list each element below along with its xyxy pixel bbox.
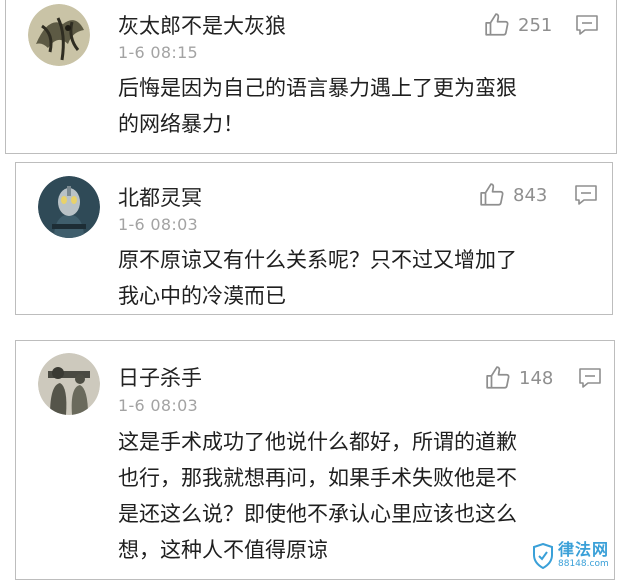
comment-card: 灰太郎不是大灰狼 1-6 08:15 251 后悔是因为自己的语言暴力遇上了更为… (5, 0, 617, 154)
like-button[interactable]: 251 (484, 12, 552, 38)
comment-icon[interactable] (578, 367, 602, 389)
avatar[interactable] (38, 353, 100, 415)
comment-line: 是还这么说？即使他不承认心里应该也这么 (118, 502, 517, 526)
avatar[interactable] (38, 176, 100, 238)
comment-line: 想，这种人不值得原谅 (118, 538, 328, 562)
username[interactable]: 北都灵冥 (118, 182, 202, 212)
like-count: 843 (513, 184, 548, 206)
comment-card: 北都灵冥 1-6 08:03 843 原不原谅又有什么关系呢？只不过又增加了 我… (15, 162, 613, 315)
comment-line: 的网络暴力！ (118, 112, 244, 136)
comment-icon[interactable] (575, 14, 599, 36)
like-count: 251 (518, 14, 553, 36)
shield-logo-icon (533, 542, 553, 569)
avatar[interactable] (28, 4, 90, 66)
comment-line: 我心中的冷漠而已 (118, 284, 286, 308)
timestamp: 1-6 08:03 (118, 396, 199, 415)
thumbs-up-icon (485, 13, 509, 36)
comment-line: 原不原谅又有什么关系呢？只不过又增加了 (118, 248, 517, 272)
like-button[interactable]: 843 (479, 182, 547, 208)
like-button[interactable]: 148 (485, 365, 553, 391)
comment-text: 原不原谅又有什么关系呢？只不过又增加了 我心中的冷漠而已 (118, 242, 517, 314)
watermark-url: 88148.com (558, 559, 609, 569)
watermark-title: 律法网 (558, 540, 610, 559)
comment-text: 这是手术成功了他说什么都好，所谓的道歉 也行，那我就想再问，如果手术失败他是不 … (118, 424, 517, 568)
username[interactable]: 灰太郎不是大灰狼 (118, 10, 286, 40)
comment-card: 日子杀手 1-6 08:03 148 这是手术成功了他说什么都好，所谓的道歉 也… (15, 340, 615, 580)
thumbs-up-icon (486, 366, 510, 389)
timestamp: 1-6 08:03 (118, 215, 199, 234)
thumbs-up-icon (480, 183, 504, 206)
comment-line: 这是手术成功了他说什么都好，所谓的道歉 (118, 430, 517, 454)
like-count: 148 (519, 367, 554, 389)
username[interactable]: 日子杀手 (118, 362, 202, 392)
comment-line: 也行，那我就想再问，如果手术失败他是不 (118, 466, 517, 490)
comment-text: 后悔是因为自己的语言暴力遇上了更为蛮狠 的网络暴力！ (118, 70, 517, 142)
watermark: 律法网 88148.com (532, 542, 609, 569)
comment-icon[interactable] (574, 184, 598, 206)
comment-line: 后悔是因为自己的语言暴力遇上了更为蛮狠 (118, 76, 517, 100)
timestamp: 1-6 08:15 (118, 43, 199, 62)
